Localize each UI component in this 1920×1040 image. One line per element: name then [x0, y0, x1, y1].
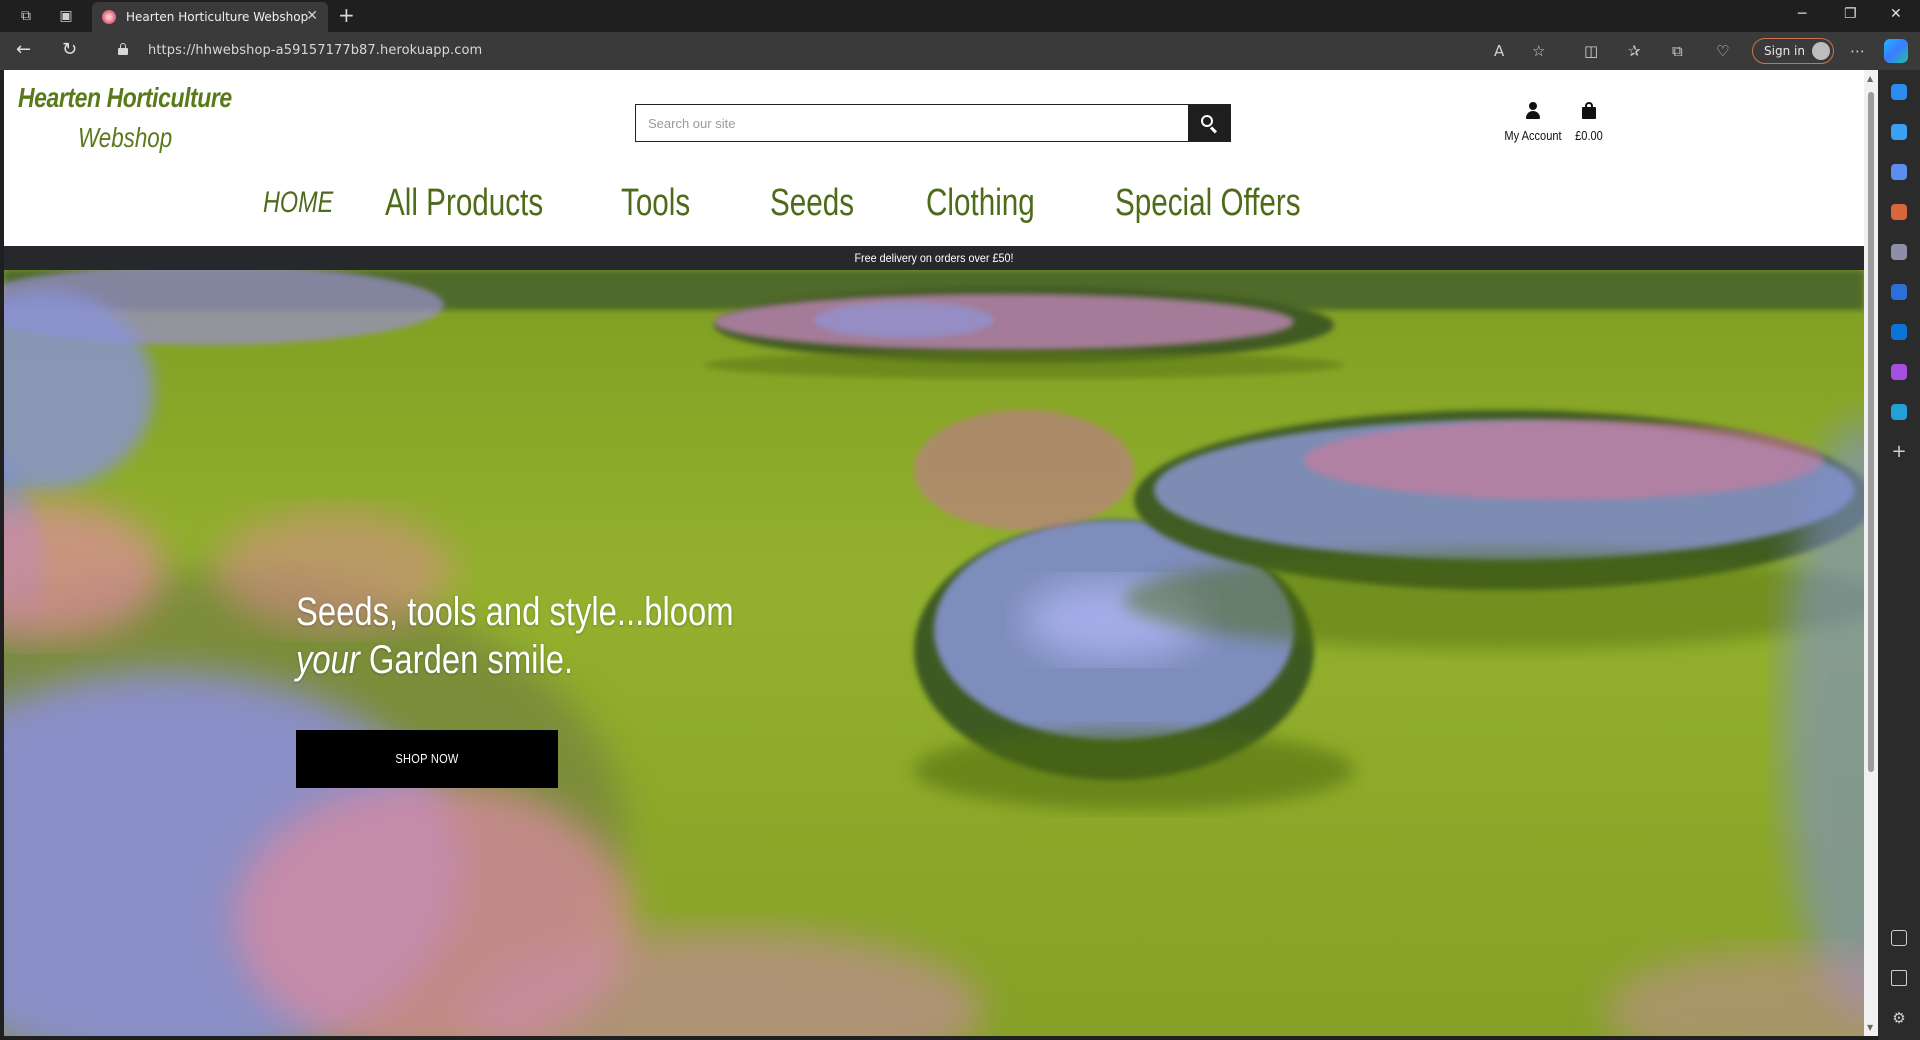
minimize-icon[interactable]: ─ [1798, 6, 1806, 22]
main-navigation: HOME All Products Tools Seeds Clothing S… [4, 182, 1864, 232]
delivery-banner: Free delivery on orders over £50! [4, 246, 1864, 270]
send-icon[interactable] [1891, 404, 1907, 420]
bag-total: £0.00 [1575, 128, 1603, 143]
hide-sidebar-icon[interactable] [1891, 930, 1907, 946]
avatar-icon [1812, 42, 1830, 60]
nav-home[interactable]: HOME [263, 186, 333, 220]
shop-now-label: SHOP NOW [395, 751, 459, 766]
hero-tagline-emphasis: your [296, 638, 360, 682]
site-search [635, 104, 1231, 142]
tab-title: Hearten Horticulture Webshop [126, 10, 309, 24]
page-viewport: Hearten Horticulture Webshop My Account … [4, 70, 1864, 1036]
scroll-up-icon[interactable]: ▲ [1867, 74, 1873, 83]
collections-icon[interactable]: ⧉ [1672, 42, 1683, 60]
site-logo-line1[interactable]: Hearten Horticulture [18, 82, 232, 114]
favorite-star-icon[interactable]: ☆ [1532, 42, 1545, 60]
read-aloud-icon[interactable]: A [1494, 42, 1504, 60]
sign-in-button[interactable]: Sign in [1752, 38, 1834, 64]
scroll-thumb[interactable] [1868, 92, 1874, 772]
browser-tab-active[interactable]: Hearten Horticulture Webshop ✕ [92, 2, 328, 32]
search-input[interactable] [636, 105, 1186, 141]
more-options-icon[interactable]: ⋯ [1850, 42, 1865, 60]
designer-icon[interactable] [1891, 364, 1907, 380]
split-screen-icon[interactable]: ◫ [1584, 42, 1598, 60]
favorites-icon[interactable]: ✰ [1628, 42, 1641, 60]
new-tab-icon[interactable]: + [338, 4, 355, 26]
browser-essentials-icon[interactable]: ♡ [1716, 42, 1729, 60]
add-sidebar-icon[interactable]: + [1891, 443, 1907, 461]
search-icon [1201, 115, 1213, 127]
browser-toolbar: ← ↻ https://hhwebshop-a59157177b87.herok… [0, 32, 1920, 70]
workspaces-icon[interactable]: ⧉ [16, 6, 36, 26]
my-account-label: My Account [1504, 128, 1562, 143]
browser-tab-strip: ⧉ ▣ Hearten Horticulture Webshop ✕ + ─ ❐… [0, 0, 1920, 32]
nav-all-products[interactable]: All Products [385, 182, 543, 225]
shop-now-button[interactable]: SHOP NOW [296, 730, 558, 788]
notification-icon[interactable] [1891, 84, 1907, 100]
tools-icon[interactable] [1891, 204, 1907, 220]
shopping-tag-icon[interactable] [1891, 164, 1907, 180]
back-icon[interactable]: ← [16, 40, 31, 60]
copilot-icon[interactable] [1884, 39, 1908, 63]
delivery-banner-text: Free delivery on orders over £50! [854, 251, 1014, 265]
refresh-icon[interactable]: ↻ [62, 40, 77, 60]
shopping-bag-link[interactable]: £0.00 [1564, 102, 1614, 143]
favicon-icon [102, 10, 116, 24]
nav-seeds[interactable]: Seeds [770, 182, 854, 225]
open-external-icon[interactable] [1891, 970, 1907, 986]
outlook-icon[interactable] [1891, 324, 1907, 340]
search-sidebar-icon[interactable] [1891, 124, 1907, 140]
lock-icon[interactable] [118, 43, 128, 55]
restore-icon[interactable]: ❐ [1844, 6, 1857, 22]
address-bar[interactable]: https://hhwebshop-a59157177b87.herokuapp… [148, 43, 482, 58]
my-account-link[interactable]: My Account [1498, 102, 1568, 143]
shopping-bag-icon [1581, 102, 1597, 120]
sign-in-label: Sign in [1764, 44, 1805, 58]
close-window-icon[interactable]: ✕ [1890, 6, 1902, 22]
nav-tools[interactable]: Tools [621, 182, 690, 225]
hero-tagline-a: Seeds, tools and style...bloom [296, 590, 734, 634]
hero-garden-image [4, 270, 1864, 1036]
user-icon [1524, 102, 1542, 120]
site-logo-line2[interactable]: Webshop [78, 122, 172, 154]
edge-sidebar: + ⚙ [1878, 70, 1920, 1040]
close-tab-icon[interactable]: ✕ [306, 8, 318, 24]
nav-special-offers[interactable]: Special Offers [1115, 182, 1301, 225]
settings-gear-icon[interactable]: ⚙ [1891, 1010, 1907, 1026]
tab-actions-icon[interactable]: ▣ [56, 6, 76, 26]
games-icon[interactable] [1891, 244, 1907, 260]
scroll-down-icon[interactable]: ▼ [1867, 1023, 1873, 1032]
page-scrollbar[interactable]: ▲ ▼ [1864, 70, 1878, 1036]
search-button[interactable] [1188, 105, 1230, 141]
nav-clothing[interactable]: Clothing [926, 182, 1035, 225]
hero-tagline-b: Garden smile. [359, 638, 574, 682]
hero-section: Seeds, tools and style...bloom your Gard… [4, 270, 1864, 1036]
microsoft-365-icon[interactable] [1891, 284, 1907, 300]
hero-tagline: Seeds, tools and style...bloom your Gard… [296, 588, 804, 684]
